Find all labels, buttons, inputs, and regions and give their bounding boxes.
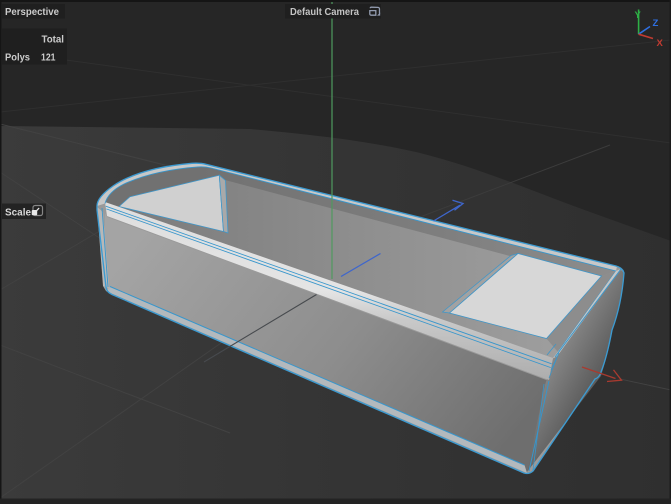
svg-text:Y: Y [635, 10, 642, 21]
svg-text:Perspective: Perspective [5, 6, 59, 18]
svg-text:Total: Total [42, 34, 65, 46]
svg-text:Scale: Scale [5, 207, 31, 219]
svg-text:Default Camera: Default Camera [290, 6, 359, 18]
svg-text:121: 121 [41, 52, 56, 64]
svg-text:Polys: Polys [5, 52, 30, 64]
svg-text:X: X [657, 38, 664, 49]
svg-text:Z: Z [653, 18, 659, 29]
